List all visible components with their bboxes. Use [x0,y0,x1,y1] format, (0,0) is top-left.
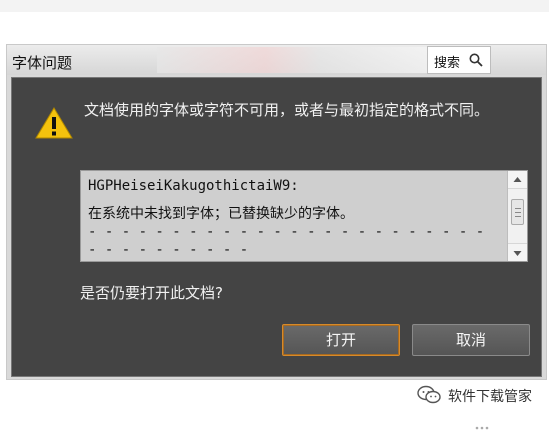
thumb-grip-line [515,208,521,209]
warning-message: 文档使用的字体或字符不可用，或者与最初指定的格式不同。 [84,101,490,119]
thumb-grip-line [515,216,521,217]
open-button[interactable]: 打开 [282,324,400,356]
cancel-button[interactable]: 取消 [412,324,530,356]
details-line: - - - - - - - - - - - - - - - - - - - - … [88,224,485,240]
background-top-strip [0,0,549,12]
watermark-text: 软件下载管家 [448,389,532,405]
open-question: 是否仍要打开此文档? [80,284,223,302]
decorative-dots [475,426,489,430]
search-icon[interactable] [468,52,484,68]
dialog-body: 文档使用的字体或字符不可用，或者与最初指定的格式不同。 HGPHeiseiKak… [11,77,542,430]
screen: 字体问题 搜索 文档使用的字体或字符不可用，或者与最初指定的格式不同。 HGPH… [0,0,549,430]
search-box[interactable]: 搜索 [427,46,491,74]
search-label: 搜索 [434,56,461,71]
scroll-up-button[interactable] [508,171,527,189]
chevron-down-icon [513,251,522,256]
background-image-strip [157,47,427,73]
warning-icon [35,107,73,139]
title-bar: 字体问题 搜索 [7,45,546,75]
vertical-scrollbar[interactable] [507,171,527,261]
details-textbox[interactable]: HGPHeiseiKakugothictaiW9: 在系统中未找到字体；已替换缺… [80,170,528,262]
chevron-up-icon [513,177,522,182]
wechat-watermark-icon [417,385,441,404]
scroll-down-button[interactable] [508,243,527,261]
font-issue-dialog: 字体问题 搜索 文档使用的字体或字符不可用，或者与最初指定的格式不同。 HGPH… [6,44,547,430]
details-line: - - - - - - - - - - [88,242,249,258]
details-line: HGPHeiseiKakugothictaiW9: [88,178,299,194]
scroll-thumb[interactable] [511,199,524,225]
details-line: 在系统中未找到字体；已替换缺少的字体。 [88,206,354,222]
details-text: HGPHeiseiKakugothictaiW9: 在系统中未找到字体；已替换缺… [88,177,498,259]
thumb-grip-line [515,212,521,213]
dialog-title: 字体问题 [12,54,73,72]
